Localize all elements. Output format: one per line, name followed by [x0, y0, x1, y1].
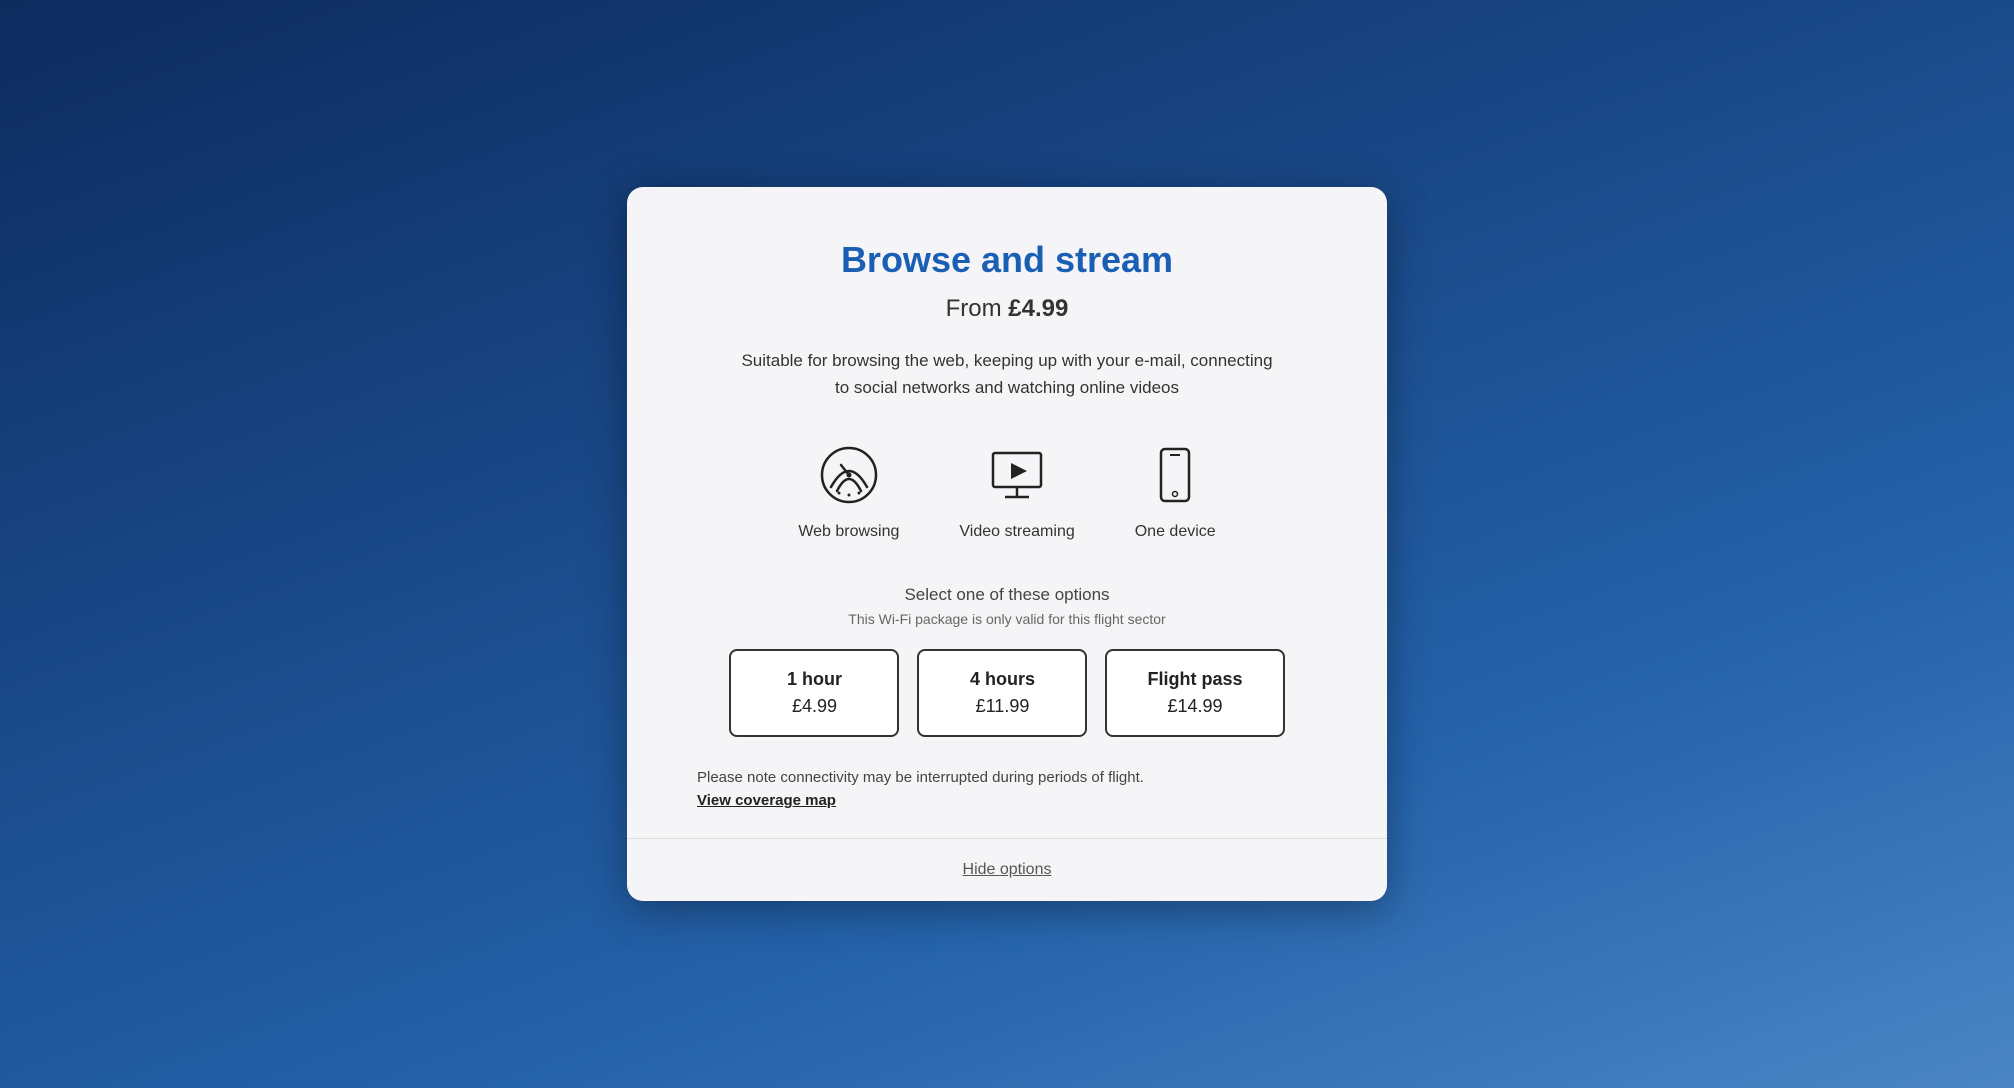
hide-options-button[interactable]: Hide options — [963, 861, 1052, 879]
options-row: 1 hour £4.99 4 hours £11.99 Flight pass … — [687, 649, 1327, 737]
view-coverage-map-link[interactable]: View coverage map — [697, 792, 836, 809]
modal-price: From £4.99 — [687, 295, 1327, 323]
option-flight-pass[interactable]: Flight pass £14.99 — [1105, 649, 1284, 737]
features-row: Web browsing Video streaming — [687, 441, 1327, 541]
option-1hour-price: £4.99 — [792, 696, 837, 717]
play-icon — [983, 441, 1051, 509]
price-prefix: From — [946, 295, 1009, 322]
price-value: £4.99 — [1008, 295, 1068, 322]
modal-footer: Hide options — [627, 838, 1387, 901]
select-options-subtitle: This Wi-Fi package is only valid for thi… — [687, 611, 1327, 627]
feature-web-browsing: Web browsing — [798, 441, 899, 541]
feature-web-browsing-label: Web browsing — [798, 523, 899, 541]
modal-description: Suitable for browsing the web, keeping u… — [737, 347, 1277, 401]
feature-video-streaming-label: Video streaming — [959, 523, 1074, 541]
select-options-title: Select one of these options — [687, 585, 1327, 605]
option-4hours-price: £11.99 — [976, 696, 1030, 717]
feature-one-device: One device — [1135, 441, 1216, 541]
option-4hours[interactable]: 4 hours £11.99 — [917, 649, 1087, 737]
modal-card: Browse and stream From £4.99 Suitable fo… — [627, 187, 1387, 901]
option-1hour-duration: 1 hour — [787, 669, 842, 690]
mobile-icon — [1141, 441, 1209, 509]
note-section: Please note connectivity may be interrup… — [687, 769, 1327, 810]
modal-title: Browse and stream — [687, 239, 1327, 281]
option-4hours-duration: 4 hours — [970, 669, 1035, 690]
feature-video-streaming: Video streaming — [959, 441, 1074, 541]
option-flight-pass-price: £14.99 — [1167, 696, 1222, 717]
wifi-icon — [815, 441, 883, 509]
option-flight-pass-duration: Flight pass — [1147, 669, 1242, 690]
select-options-section: Select one of these options This Wi-Fi p… — [687, 585, 1327, 627]
option-1hour[interactable]: 1 hour £4.99 — [729, 649, 899, 737]
note-text: Please note connectivity may be interrup… — [697, 769, 1317, 786]
feature-one-device-label: One device — [1135, 523, 1216, 541]
